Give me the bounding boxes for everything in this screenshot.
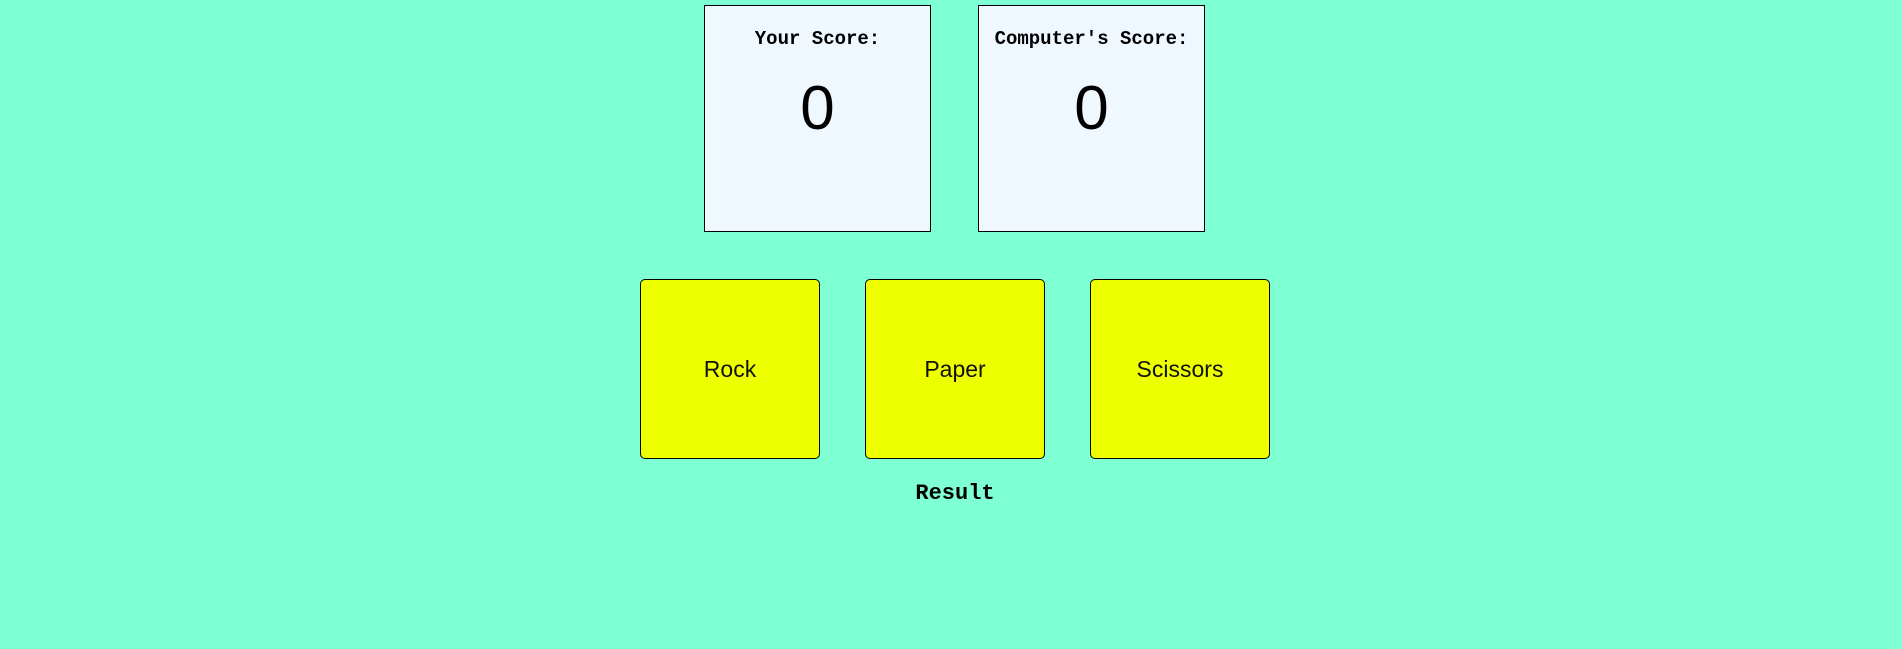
paper-button[interactable]: Paper — [865, 279, 1045, 459]
result-text: Result — [915, 481, 995, 506]
paper-button-label: Paper — [924, 355, 986, 382]
scissors-button[interactable]: Scissors — [1090, 279, 1270, 459]
player-score-label: Your Score: — [754, 28, 881, 50]
computer-score-card: Computer's Score: 0 — [978, 5, 1205, 232]
player-score-value: 0 — [800, 74, 835, 143]
computer-score-label: Computer's Score: — [994, 28, 1189, 50]
player-score-card: Your Score: 0 — [704, 5, 931, 232]
scissors-button-label: Scissors — [1136, 355, 1224, 382]
rock-button-label: Rock — [703, 355, 757, 382]
computer-score-value: 0 — [1074, 74, 1109, 143]
rock-button[interactable]: Rock — [640, 279, 820, 459]
